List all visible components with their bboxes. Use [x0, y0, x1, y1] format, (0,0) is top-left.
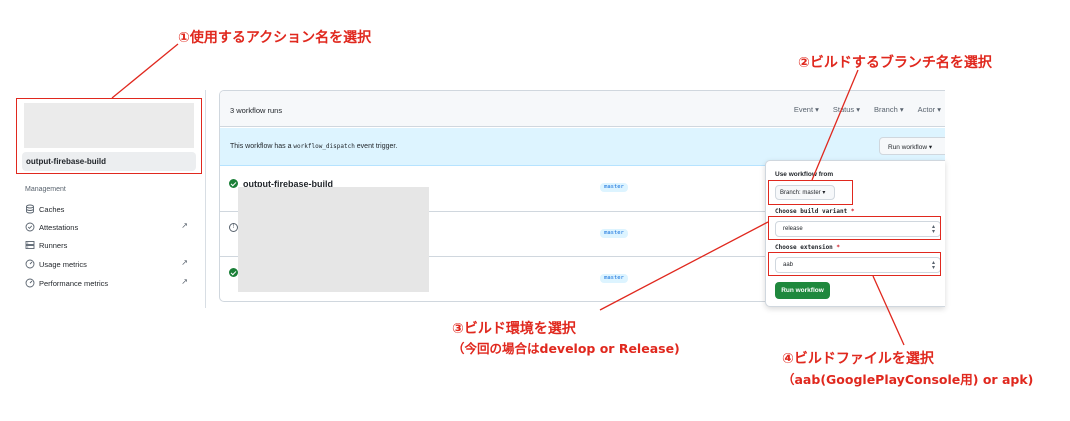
sidebar-item-label: Attestations — [39, 222, 79, 232]
banner-text: This workflow has a workflow_dispatch ev… — [230, 143, 398, 150]
external-link-icon: ↗ — [181, 221, 188, 230]
use-workflow-from-label: Use workflow from — [775, 171, 834, 178]
sidebar-item-performance-metrics[interactable]: Performance metrics ↗ — [25, 277, 190, 289]
server-icon — [25, 241, 35, 249]
annotation-3-label: ③ビルド環境を選択 — [452, 321, 576, 337]
annotation-box-workflow — [16, 98, 202, 174]
external-link-icon: ↗ — [181, 258, 188, 267]
build-variant-label: Choose build variant * — [775, 208, 855, 215]
sidebar-item-caches[interactable]: Caches — [25, 203, 190, 215]
annotation-2-label: ②ビルドするブランチ名を選択 — [798, 55, 992, 71]
filter-event[interactable]: Event ▾ — [794, 105, 819, 114]
branch-badge[interactable]: master — [600, 274, 628, 283]
external-link-icon: ↗ — [181, 277, 188, 286]
sidebar-item-label: Performance metrics — [39, 278, 109, 288]
annotation-3-sublabel: （今回の場合はdevelop or Release) — [452, 341, 680, 356]
run-workflow-button[interactable]: Run workflow ▾ — [879, 137, 945, 155]
runs-header: 3 workflow runs Event ▾ Status ▾ Branch … — [220, 91, 945, 127]
sidebar-item-label: Runners — [39, 240, 68, 250]
filter-status[interactable]: Status ▾ — [833, 105, 860, 114]
run-workflow-submit-button[interactable]: Run workflow — [775, 282, 830, 299]
annotation-4-sublabel: （aab(GooglePlayConsole用) or apk) — [782, 372, 1034, 387]
sidebar-item-attestations[interactable]: Attestations ↗ — [25, 221, 190, 233]
sidebar-item-usage-metrics[interactable]: Usage metrics ↗ — [25, 258, 190, 270]
annotation-1-label: ①使用するアクション名を選択 — [178, 30, 372, 46]
check-circle-icon — [25, 222, 35, 232]
filter-actor[interactable]: Actor ▾ — [918, 105, 941, 114]
gauge-icon — [25, 278, 35, 288]
runs-filters: Event ▾ Status ▾ Branch ▾ Actor ▾ — [794, 105, 941, 114]
branch-badge[interactable]: master — [600, 183, 628, 192]
annotation-box-extension — [768, 252, 941, 276]
branch-badge[interactable]: master — [600, 229, 628, 238]
sidebar-item-label: Usage metrics — [39, 259, 87, 269]
success-icon — [229, 179, 238, 188]
sidebar-item-runners[interactable]: Runners — [25, 239, 190, 251]
sidebar-divider — [205, 90, 206, 308]
success-icon — [229, 268, 238, 277]
redacted-run-details — [238, 187, 429, 292]
database-icon — [26, 204, 34, 214]
gauge-icon — [25, 259, 35, 269]
runs-count: 3 workflow runs — [230, 106, 283, 115]
annotation-4-label: ④ビルドファイルを選択 — [782, 351, 934, 367]
annotation-box-build-variant — [768, 216, 941, 240]
skipped-icon — [229, 223, 238, 232]
extension-label: Choose extension * — [775, 244, 841, 251]
sidebar-section-label: Management — [25, 186, 66, 193]
sidebar-item-label: Caches — [39, 204, 65, 214]
annotation-box-branch — [768, 180, 853, 205]
filter-branch[interactable]: Branch ▾ — [874, 105, 904, 114]
